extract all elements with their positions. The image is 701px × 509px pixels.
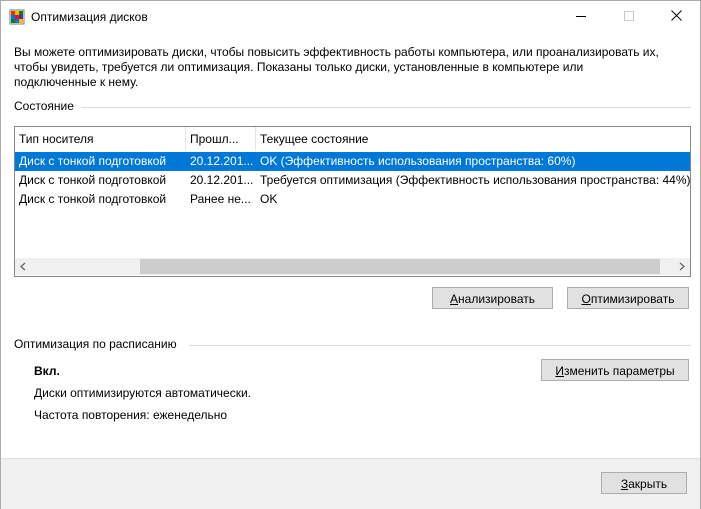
column-last-run[interactable]: Прошл... <box>186 127 256 151</box>
minimize-icon <box>576 16 586 17</box>
status-group-label: Состояние <box>14 99 74 113</box>
optimize-button-label: Оптимизировать <box>581 292 675 306</box>
cell-state: OK <box>260 192 278 206</box>
description-text: Вы можете оптимизировать диски, чтобы по… <box>14 45 659 89</box>
change-settings-button[interactable]: Изменить параметры <box>541 359 689 381</box>
cell-media-type: Диск с тонкой подготовкой <box>19 154 167 168</box>
schedule-group-label: Оптимизация по расписанию <box>14 337 177 351</box>
title-bar[interactable]: Оптимизация дисков <box>1 1 700 31</box>
column-current-state[interactable]: Текущее состояние <box>256 127 560 151</box>
maximize-icon <box>624 11 634 21</box>
close-button-label: Закрыть <box>620 477 668 491</box>
scroll-left-button[interactable] <box>15 258 32 275</box>
schedule-group-divider <box>189 345 691 346</box>
list-header: Тип носителя Прошл... Текущее состояние <box>15 127 690 151</box>
close-button[interactable]: Закрыть <box>601 472 687 494</box>
schedule-auto-text: Диски оптимизируются автоматически. <box>34 386 252 400</box>
defrag-app-icon <box>9 9 25 25</box>
footer-bar: Закрыть <box>1 458 700 509</box>
analyze-button-label: Анализировать <box>450 292 535 306</box>
scrollbar-thumb[interactable] <box>140 259 660 274</box>
status-group-divider <box>81 107 691 108</box>
scroll-right-button[interactable] <box>673 258 690 275</box>
cell-last-run: Ранее не... <box>190 192 251 206</box>
table-row[interactable]: Диск с тонкой подготовкой Ранее не... OK <box>15 190 690 209</box>
cell-media-type: Диск с тонкой подготовкой <box>19 192 167 206</box>
close-window-button[interactable] <box>654 1 700 31</box>
window-title: Оптимизация дисков <box>31 10 148 24</box>
optimize-button[interactable]: Оптимизировать <box>567 287 689 309</box>
horizontal-scrollbar[interactable] <box>15 258 690 275</box>
analyze-button[interactable]: Анализировать <box>432 287 553 309</box>
cell-last-run: 20.12.201... <box>190 173 254 187</box>
chevron-left-icon <box>20 262 26 271</box>
cell-state: Требуется оптимизация (Эффективность исп… <box>260 173 690 187</box>
minimize-button[interactable] <box>559 1 605 31</box>
chevron-right-icon <box>679 262 685 271</box>
schedule-state: Вкл. <box>34 364 60 378</box>
maximize-button[interactable] <box>607 1 653 31</box>
drives-list[interactable]: Тип носителя Прошл... Текущее состояние … <box>14 126 691 277</box>
main-panel: Вы можете оптимизировать диски, чтобы по… <box>1 31 700 458</box>
change-settings-label: Изменить параметры <box>555 364 675 378</box>
cell-media-type: Диск с тонкой подготовкой <box>19 173 167 187</box>
cell-last-run: 20.12.201... <box>190 154 254 168</box>
column-media-type[interactable]: Тип носителя <box>15 127 185 151</box>
cell-state: OK (Эффективность использования простран… <box>260 154 576 168</box>
table-row[interactable]: Диск с тонкой подготовкой 20.12.201... Т… <box>15 171 690 190</box>
close-icon <box>671 10 682 21</box>
schedule-frequency: Частота повторения: еженедельно <box>34 408 228 422</box>
table-row[interactable]: Диск с тонкой подготовкой 20.12.201... O… <box>15 152 690 171</box>
optimize-drives-window: Оптимизация дисков Вы можете оптимизиров… <box>0 0 701 509</box>
